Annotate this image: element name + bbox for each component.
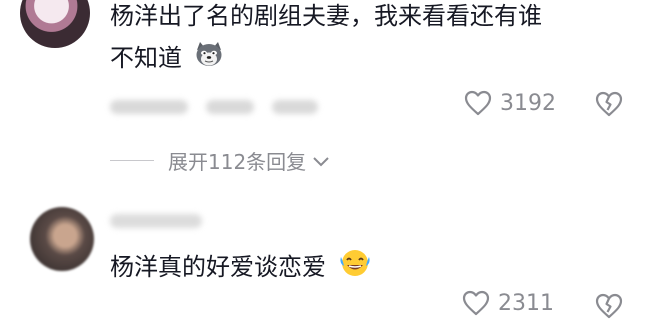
avatar[interactable] (20, 0, 90, 48)
laughing-tears-emoji-icon (338, 247, 372, 289)
heart-icon (462, 290, 490, 316)
like-count: 3192 (500, 90, 556, 116)
dislike-button[interactable] (594, 292, 624, 324)
avatar[interactable] (30, 207, 94, 271)
comment-text-line: 杨洋出了名的剧组夫妻，我来看看还有谁 (110, 2, 542, 30)
broken-heart-icon (595, 91, 623, 117)
like-button[interactable]: 3192 (464, 90, 556, 116)
expand-replies-button[interactable]: 展开112条回复 (110, 146, 330, 175)
expand-replies-label: 展开112条回复 (168, 150, 307, 174)
broken-heart-icon (595, 293, 623, 319)
comment-text-line: 不知道 (110, 40, 224, 78)
reply-button-blur[interactable] (272, 100, 318, 114)
timestamp-blur (110, 100, 188, 114)
comment-meta (110, 97, 318, 117)
dislike-button[interactable] (594, 90, 624, 122)
like-button[interactable]: 2311 (462, 290, 554, 316)
username-blur[interactable] (110, 214, 202, 228)
comment-item: 杨洋出了名的剧组夫妻，我来看看还有谁 不知道 3192 展开112条回复 (0, 0, 660, 188)
chevron-down-icon (313, 156, 329, 166)
dog-emoji-icon (194, 40, 224, 78)
comment-item: 杨洋真的好爱谈恋爱 2311 (0, 195, 660, 334)
location-blur (206, 100, 254, 114)
comment-text-line: 杨洋真的好爱谈恋爱 (110, 247, 372, 289)
divider (110, 160, 154, 161)
like-count: 2311 (498, 290, 554, 316)
heart-icon (464, 90, 492, 116)
comment-text: 不知道 (110, 44, 182, 72)
comment-text: 杨洋真的好爱谈恋爱 (110, 253, 326, 281)
